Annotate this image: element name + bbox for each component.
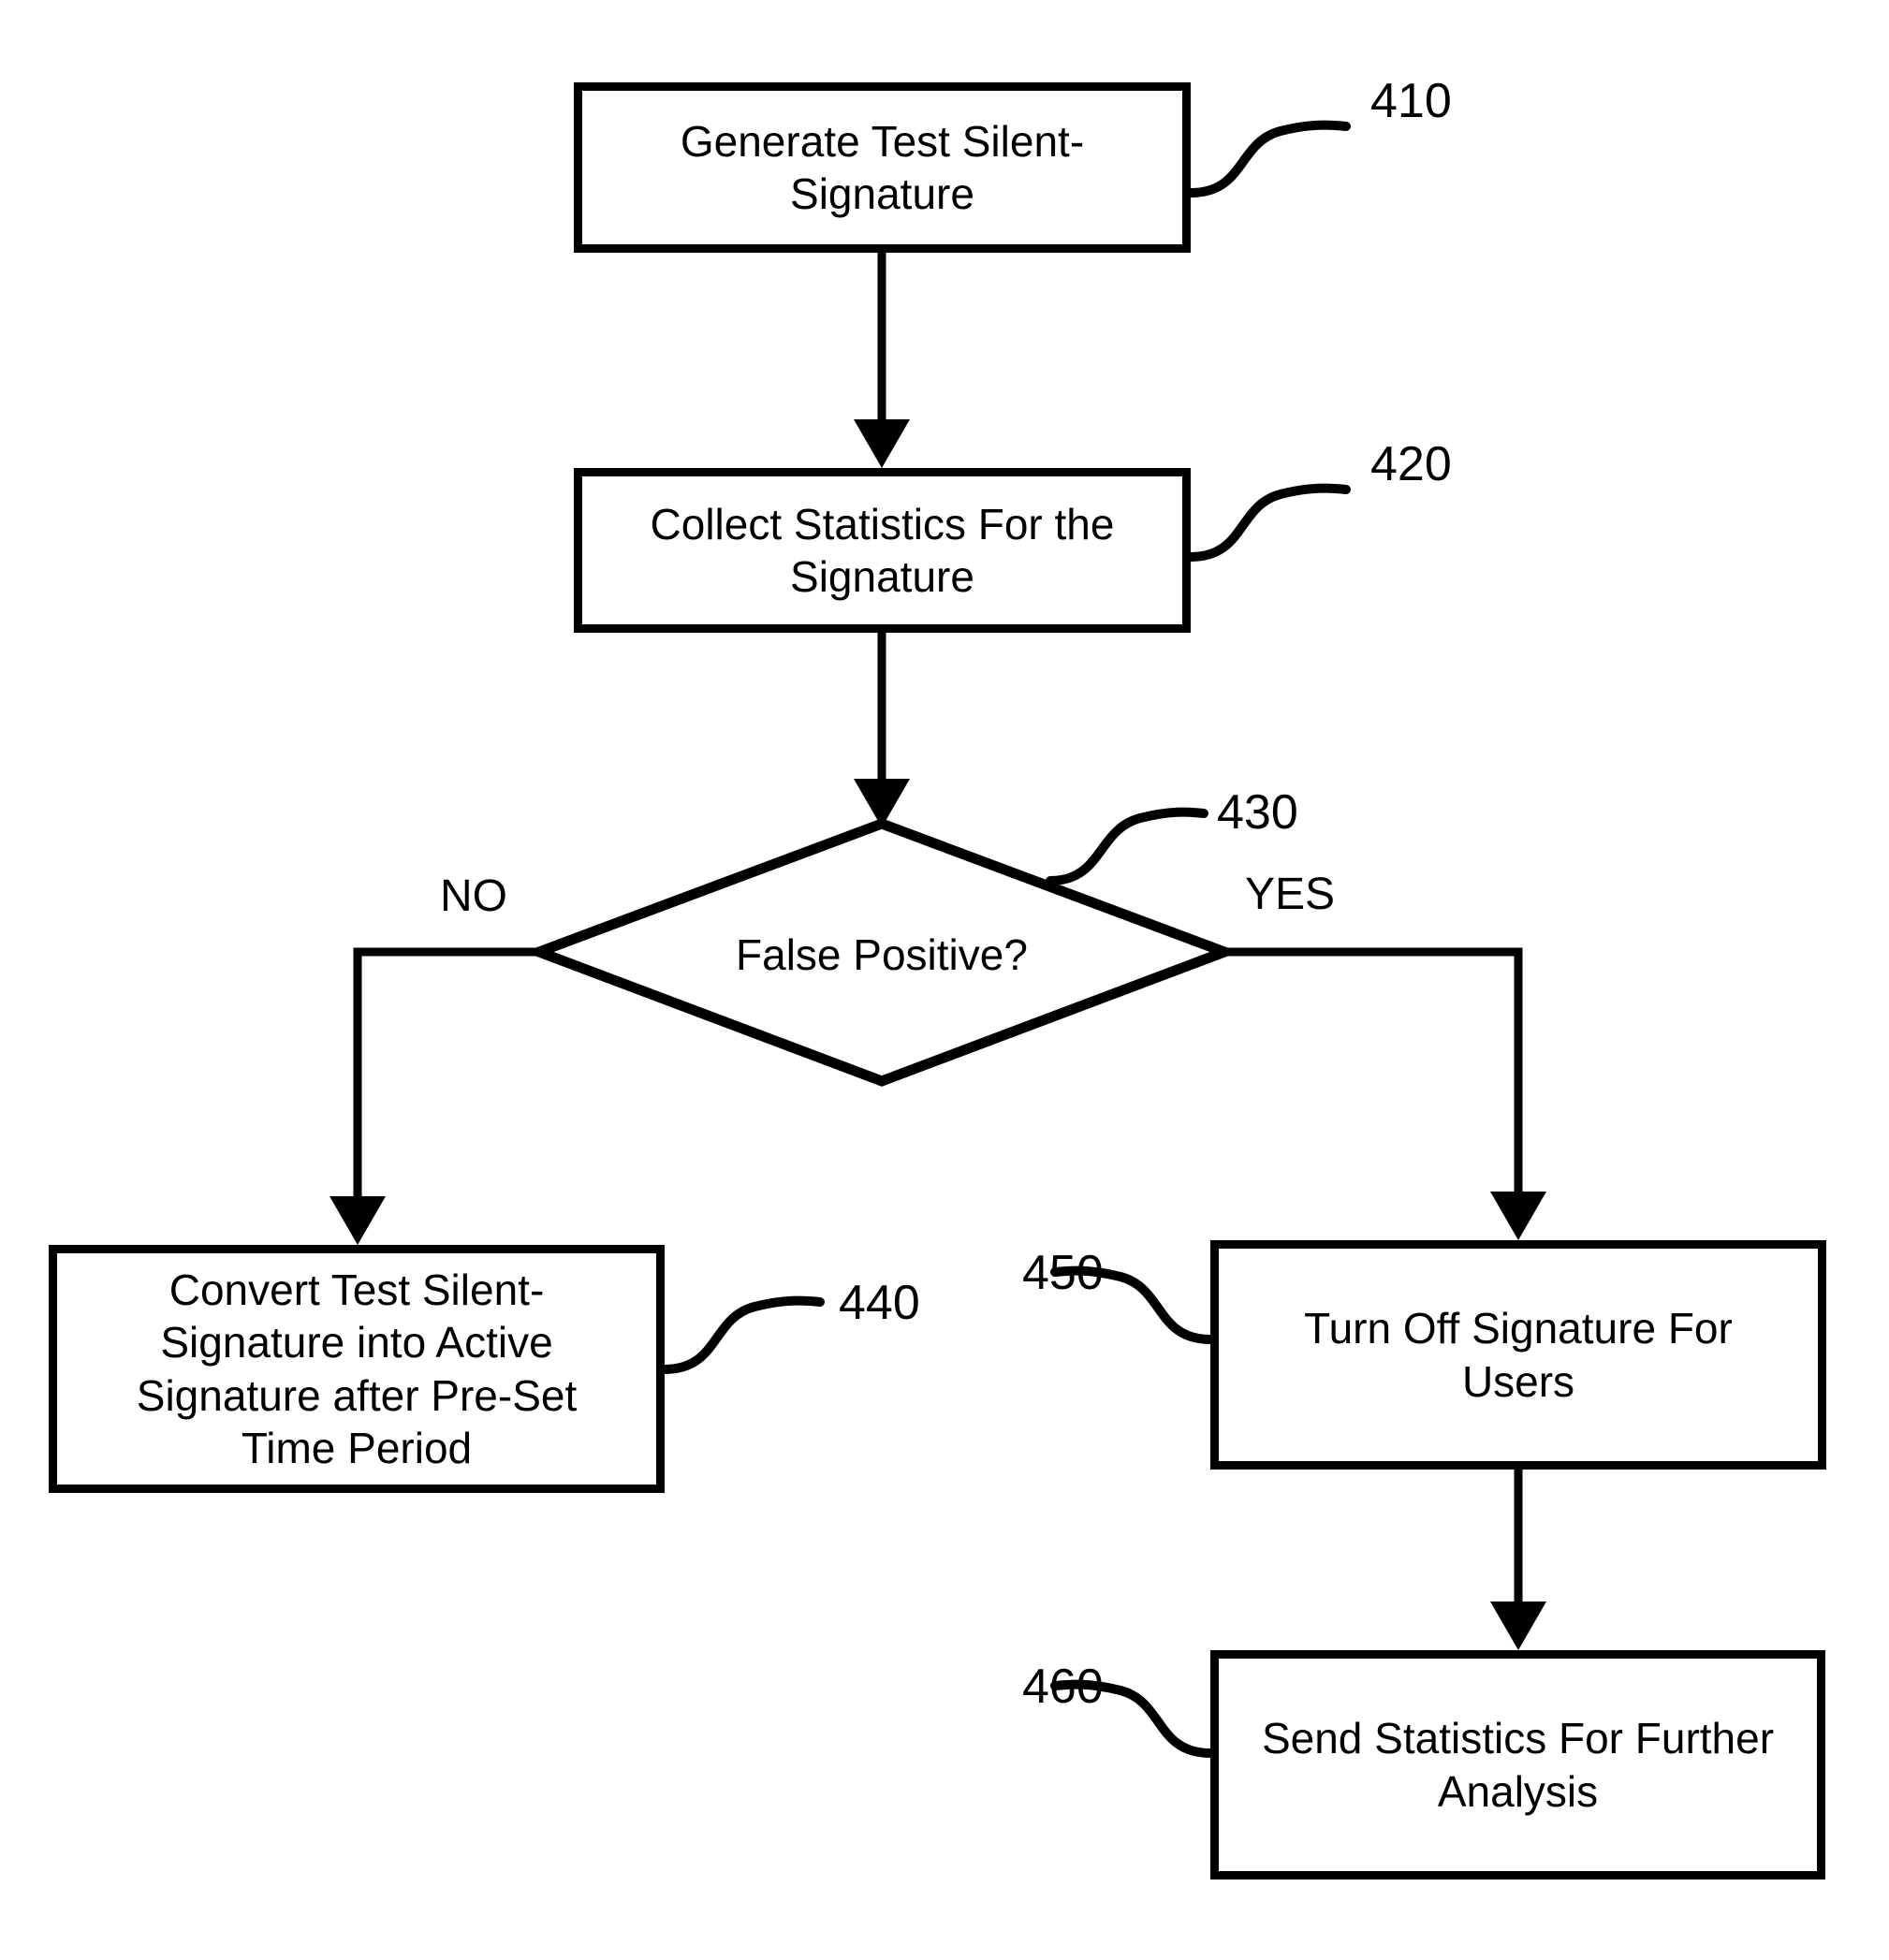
- ref-number-430: 430: [1217, 785, 1298, 840]
- leader-line-410: [1186, 120, 1351, 197]
- arrowhead-into-450: [1490, 1192, 1546, 1240]
- node-420-label: Collect Statistics For the Signature: [650, 499, 1115, 601]
- leader-line-440: [660, 1295, 825, 1374]
- branch-label-no: NO: [440, 871, 507, 921]
- connector-yes-branch: [1224, 947, 1523, 1212]
- leader-line-430: [1046, 807, 1208, 885]
- arrowhead-into-460: [1490, 1602, 1546, 1650]
- node-410-label: Generate Test Silent- Signature: [680, 116, 1085, 218]
- node-send-statistics[interactable]: Send Statistics For Further Analysis: [1210, 1650, 1825, 1880]
- ref-number-450: 450: [1022, 1246, 1104, 1300]
- node-440-label: Convert Test Silent- Signature into Acti…: [136, 1265, 578, 1472]
- ref-number-460: 460: [1022, 1660, 1104, 1714]
- leader-line-420: [1186, 483, 1351, 562]
- flowchart-figure: Generate Test Silent- Signature 410 Coll…: [0, 0, 1889, 1960]
- node-460-label: Send Statistics For Further Analysis: [1261, 1714, 1775, 1816]
- connector-no-branch: [353, 947, 536, 1217]
- ref-number-420: 420: [1370, 437, 1452, 491]
- ref-number-410: 410: [1370, 74, 1452, 128]
- node-convert-to-active-signature[interactable]: Convert Test Silent- Signature into Acti…: [49, 1245, 665, 1493]
- node-collect-statistics[interactable]: Collect Statistics For the Signature: [574, 468, 1191, 633]
- arrowhead-into-420: [854, 419, 910, 468]
- node-generate-test-silent-signature[interactable]: Generate Test Silent- Signature: [574, 82, 1191, 253]
- node-false-positive-label: False Positive?: [736, 930, 1028, 979]
- branch-label-yes: YES: [1245, 870, 1336, 919]
- ref-number-440: 440: [839, 1276, 920, 1330]
- node-turn-off-signature[interactable]: Turn Off Signature For Users: [1210, 1240, 1826, 1470]
- node-450-label: Turn Off Signature For Users: [1304, 1304, 1733, 1406]
- arrowhead-into-430: [854, 779, 910, 827]
- arrowhead-into-440: [329, 1196, 386, 1245]
